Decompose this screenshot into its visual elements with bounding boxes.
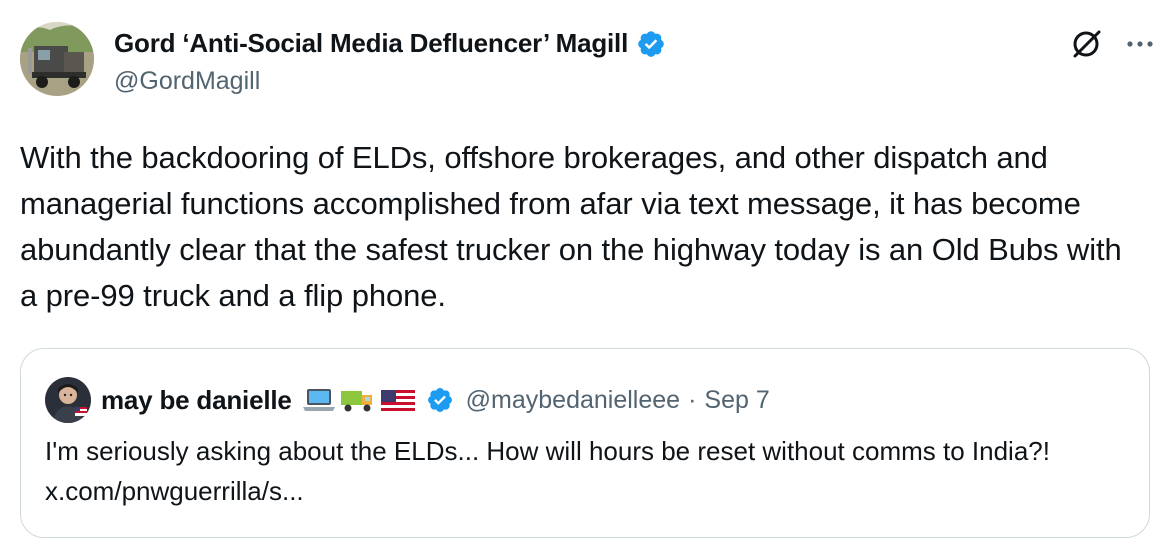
grok-icon[interactable] (1068, 26, 1104, 62)
quoted-author-emoji (302, 386, 416, 414)
author-names: Gord ‘Anti-Social Media Defluencer’ Magi… (114, 28, 666, 96)
quoted-author-avatar[interactable] (45, 377, 91, 423)
header-actions (1068, 26, 1156, 62)
quoted-author-handle[interactable]: @maybedanielleee (466, 386, 680, 415)
tweet-card: Gord ‘Anti-Social Media Defluencer’ Magi… (0, 0, 1176, 556)
quoted-tweet[interactable]: may be danielle @maybedanielleee · Sep 7… (20, 348, 1150, 538)
more-icon[interactable] (1124, 28, 1156, 60)
quoted-verified-badge-icon (427, 388, 452, 412)
quoted-tweet-timestamp[interactable]: Sep 7 (704, 386, 769, 415)
quoted-tweet-text: I'm seriously asking about the ELDs... H… (45, 436, 1050, 506)
avatar-person-photo-icon (45, 377, 91, 423)
truck-emoji-icon (340, 391, 372, 412)
author-display-name[interactable]: Gord ‘Anti-Social Media Defluencer’ Magi… (114, 28, 628, 59)
author-name-row[interactable]: Gord ‘Anti-Social Media Defluencer’ Magi… (114, 28, 666, 59)
avatar-truck-photo-icon (20, 22, 94, 96)
laptop-emoji-icon (302, 389, 335, 411)
separator-dot: · (688, 385, 697, 414)
us-flag-emoji-icon (380, 390, 415, 412)
verified-badge-icon (638, 30, 664, 57)
author-avatar[interactable] (20, 22, 94, 96)
quoted-author-display-name[interactable]: may be danielle (101, 385, 292, 416)
tweet-body-text: With the backdooring of ELDs, offshore b… (20, 140, 1122, 313)
author-handle[interactable]: @GordMagill (114, 67, 666, 96)
tweet-header: Gord ‘Anti-Social Media Defluencer’ Magi… (20, 22, 1156, 104)
quoted-tweet-header: may be danielle @maybedanielleee · Sep 7 (45, 377, 1125, 423)
